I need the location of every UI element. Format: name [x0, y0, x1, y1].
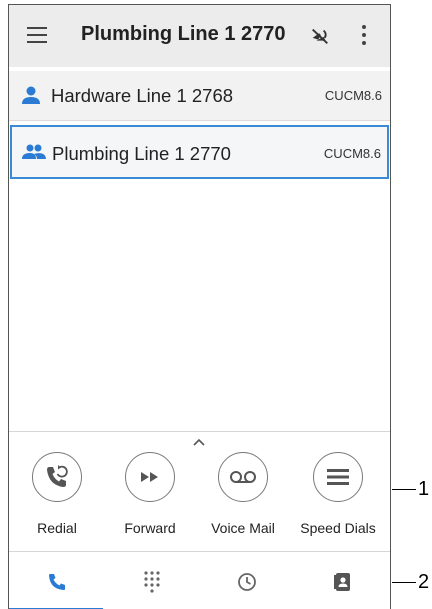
page-title: Plumbing Line 1 2770 [81, 23, 286, 45]
phone-screen: Plumbing Line 1 2770 Hardware Line 1 276… [8, 4, 391, 609]
recents-icon [237, 572, 256, 591]
people-icon [22, 143, 46, 163]
tab-contacts[interactable] [294, 552, 389, 609]
chevron-up-icon[interactable] [192, 434, 206, 446]
line-item-plumbing[interactable]: Plumbing Line 1 2770 CUCM8.6 [10, 125, 389, 179]
forward-icon [125, 452, 175, 502]
tab-recents[interactable] [199, 552, 294, 609]
quick-actions-panel: Redial Forward Voice Mail Speed Dials [9, 431, 390, 552]
person-icon [21, 85, 45, 105]
line-label: Plumbing Line 1 2770 [52, 143, 231, 164]
voice-mail-button[interactable]: Voice Mail [198, 452, 288, 536]
callout-number-2: 2 [418, 571, 430, 593]
voice-mail-label: Voice Mail [211, 520, 275, 536]
callout-line-2 [392, 582, 416, 583]
tab-dialpad[interactable] [104, 552, 199, 609]
forward-label: Forward [124, 520, 176, 536]
contacts-icon [333, 572, 350, 591]
speed-dials-label: Speed Dials [300, 520, 376, 536]
mute-icon[interactable] [309, 25, 331, 47]
callout-number-1: 1 [418, 478, 430, 500]
phone-icon [48, 573, 65, 590]
forward-button[interactable]: Forward [105, 452, 195, 536]
tab-calls[interactable] [9, 552, 104, 609]
bottom-nav [9, 551, 390, 609]
voicemail-icon [218, 452, 268, 502]
redial-button[interactable]: Redial [12, 452, 102, 536]
speed-dial-icon [313, 452, 363, 502]
line-tag: CUCM8.6 [324, 88, 382, 103]
redial-icon [32, 452, 82, 502]
line-label: Hardware Line 1 2768 [51, 85, 234, 106]
line-item-hardware[interactable]: Hardware Line 1 2768 CUCM8.6 [9, 71, 390, 121]
menu-icon[interactable] [27, 27, 47, 43]
app-bar: Plumbing Line 1 2770 [9, 5, 390, 67]
speed-dials-button[interactable]: Speed Dials [293, 452, 383, 536]
redial-label: Redial [37, 520, 77, 536]
dialpad-icon [143, 570, 160, 593]
callout-line-1 [392, 489, 416, 490]
more-icon[interactable] [361, 25, 367, 47]
line-tag: CUCM8.6 [323, 146, 381, 161]
